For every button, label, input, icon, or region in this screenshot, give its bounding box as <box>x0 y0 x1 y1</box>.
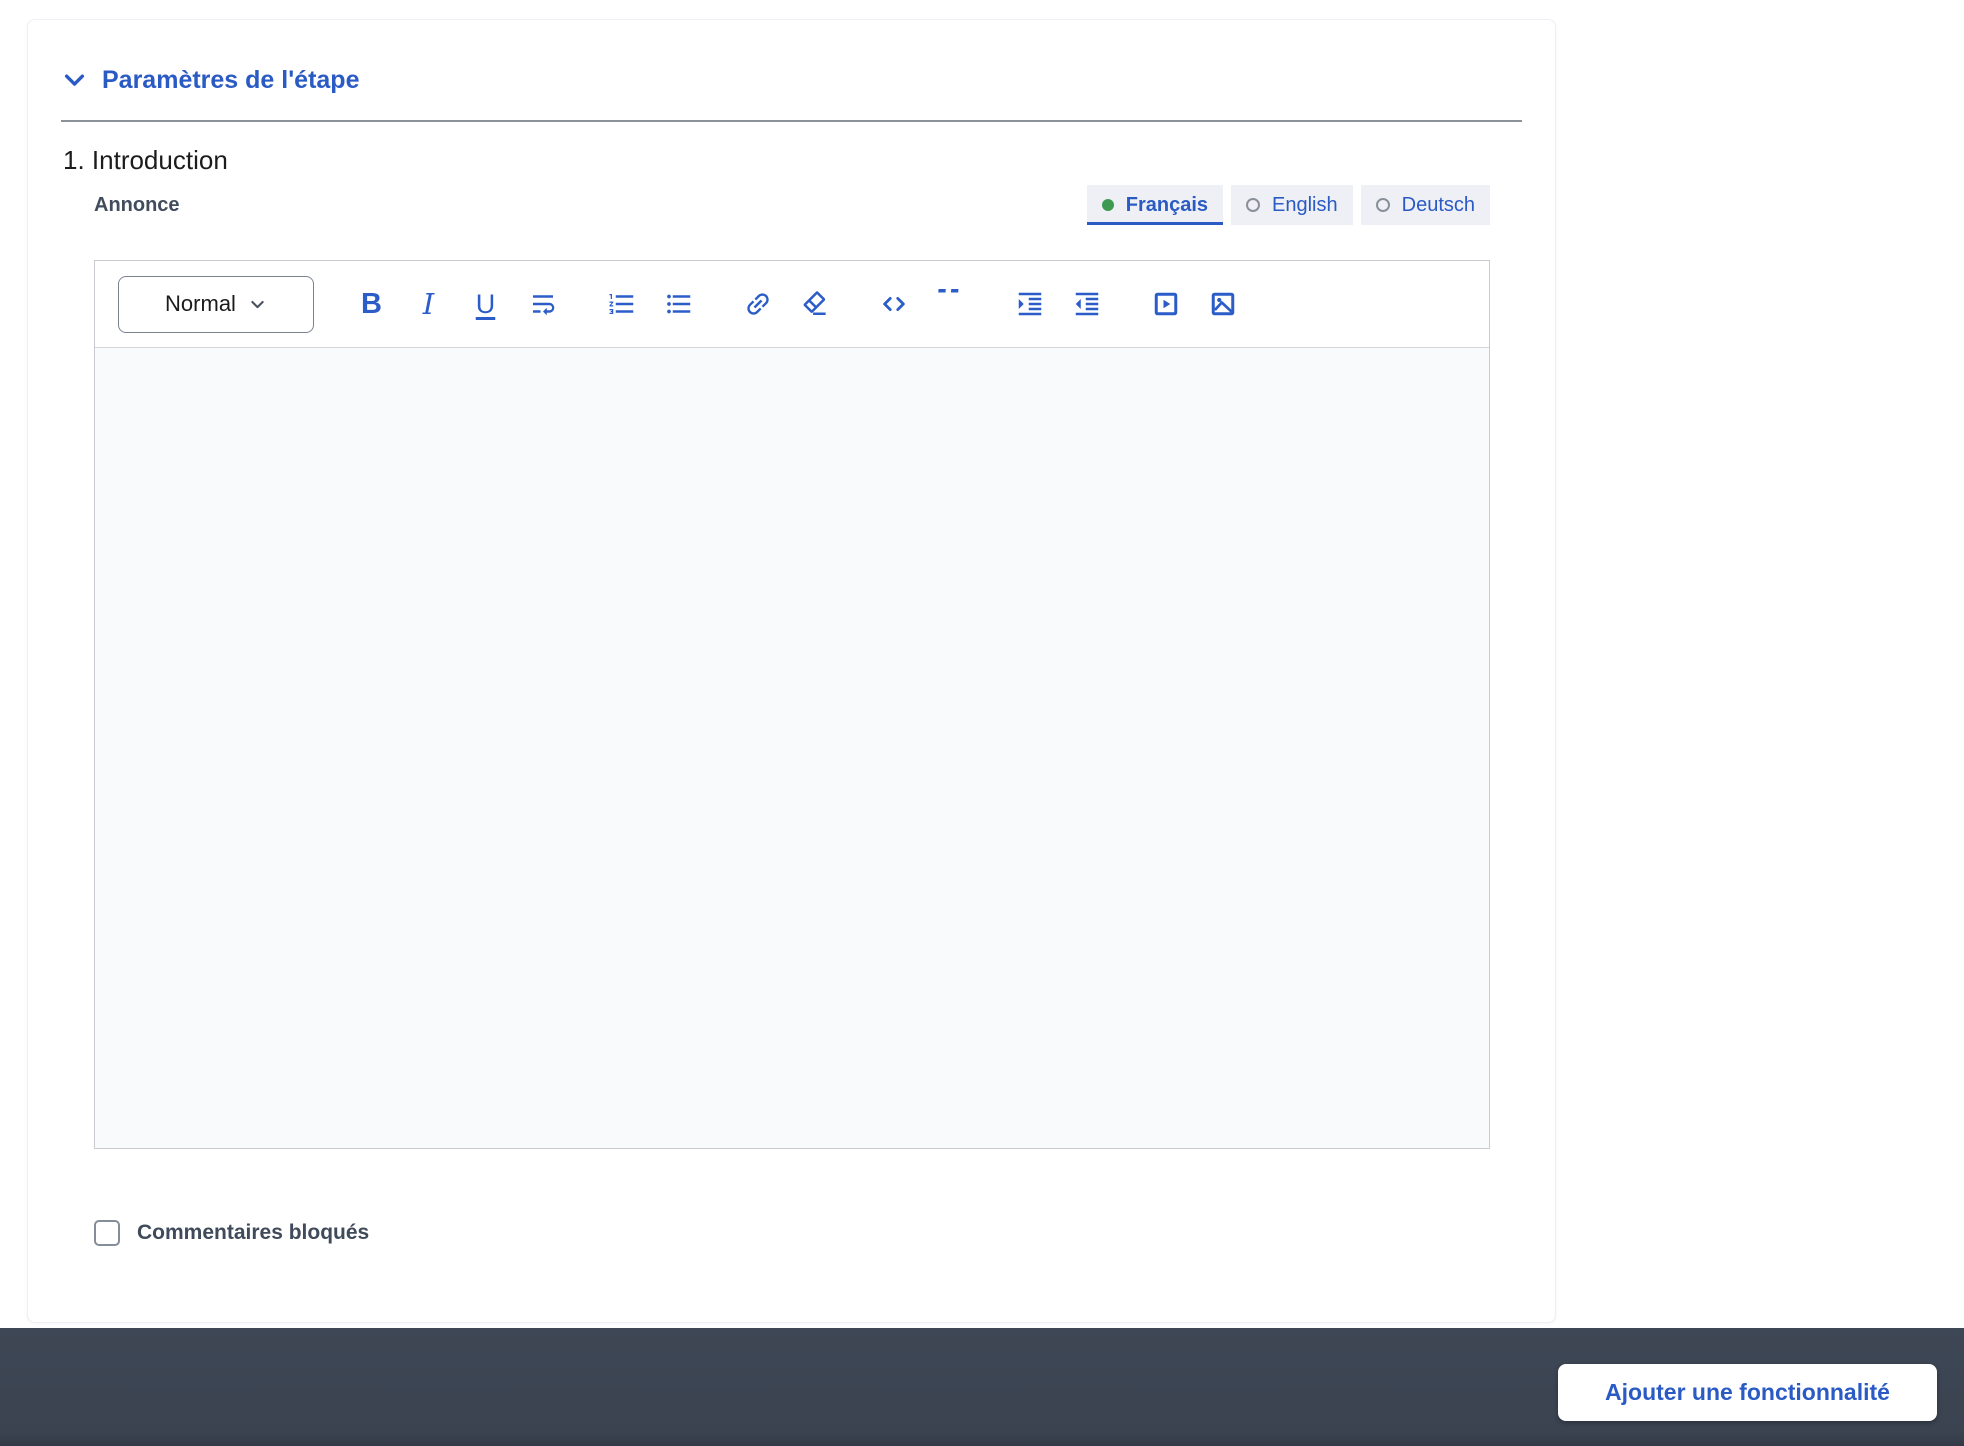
announce-field: Annonce Français English Deutsch Normal … <box>94 185 1490 1246</box>
comments-blocked-row: Commentaires bloqués <box>94 1220 1490 1246</box>
video-button[interactable] <box>1137 278 1194 330</box>
step-title: 1. Introduction <box>63 145 228 175</box>
lang-tab-english[interactable]: English <box>1231 185 1353 225</box>
bold-icon: B <box>361 287 382 320</box>
section-header-toggle[interactable]: Paramètres de l'étape <box>61 66 359 95</box>
format-select[interactable]: Normal <box>118 275 314 333</box>
lang-tab-deutsch[interactable]: Deutsch <box>1360 185 1490 225</box>
step-settings-card: Paramètres de l'étape 1. Introduction An… <box>27 19 1556 1323</box>
outdent-button[interactable] <box>1058 278 1115 330</box>
announce-label: Annonce <box>94 194 180 216</box>
active-language-dot-icon <box>1101 199 1114 211</box>
wrap-text-icon <box>528 289 558 319</box>
editor-toolbar: Normal B I U <box>95 261 1489 348</box>
underline-icon: U <box>475 288 496 319</box>
lang-tab-label: Français <box>1125 193 1209 216</box>
blockquote-icon: “ <box>934 289 966 319</box>
divider <box>61 120 1522 122</box>
italic-icon: I <box>422 287 435 321</box>
image-icon <box>1208 289 1238 319</box>
video-icon <box>1151 289 1181 319</box>
link-icon <box>743 289 773 319</box>
indent-icon <box>1015 289 1045 319</box>
chevron-down-icon <box>61 67 88 94</box>
eraser-icon <box>800 289 830 319</box>
blockquote-button[interactable]: “ <box>922 278 979 330</box>
wrap-text-button[interactable] <box>514 278 571 330</box>
link-button[interactable] <box>729 278 786 330</box>
underline-button[interactable]: U <box>457 278 514 330</box>
editor-content[interactable] <box>95 348 1489 1148</box>
toolbar-group-link <box>729 278 843 330</box>
toolbar-group-code-quote: “ <box>865 278 979 330</box>
toolbar-group-indent <box>1001 278 1115 330</box>
lang-tab-francais[interactable]: Français <box>1086 185 1224 225</box>
bullet-list-icon <box>664 289 694 319</box>
lang-tab-label: English <box>1272 193 1338 216</box>
footer-bar: Ajouter une fonctionnalité <box>0 1328 1964 1446</box>
code-view-button[interactable] <box>865 278 922 330</box>
comments-blocked-checkbox[interactable] <box>94 1220 120 1246</box>
add-feature-button[interactable]: Ajouter une fonctionnalité <box>1558 1364 1937 1421</box>
radio-circle-icon <box>1375 198 1390 212</box>
lang-tab-label: Deutsch <box>1401 193 1475 216</box>
page: Paramètres de l'étape 1. Introduction An… <box>0 0 1964 1446</box>
toolbar-group-lists <box>593 278 707 330</box>
ordered-list-button[interactable] <box>593 278 650 330</box>
italic-button[interactable]: I <box>400 278 457 330</box>
image-button[interactable] <box>1194 278 1251 330</box>
remove-format-button[interactable] <box>786 278 843 330</box>
toolbar-group-media <box>1137 278 1251 330</box>
radio-circle-icon <box>1246 198 1261 212</box>
chevron-down-icon <box>248 295 267 314</box>
outdent-icon <box>1072 289 1102 319</box>
field-header-row: Annonce Français English Deutsch <box>94 185 1490 225</box>
format-select-value: Normal <box>165 291 236 316</box>
comments-blocked-label: Commentaires bloqués <box>137 1221 370 1244</box>
indent-button[interactable] <box>1001 278 1058 330</box>
language-tabs: Français English Deutsch <box>1086 185 1490 225</box>
rich-text-editor: Normal B I U <box>94 260 1490 1149</box>
ordered-list-icon <box>607 289 637 319</box>
code-icon <box>879 289 909 319</box>
toolbar-group-text-style: B I U <box>343 278 571 330</box>
bullet-list-button[interactable] <box>650 278 707 330</box>
bold-button[interactable]: B <box>343 278 400 330</box>
section-title: Paramètres de l'étape <box>102 66 360 94</box>
